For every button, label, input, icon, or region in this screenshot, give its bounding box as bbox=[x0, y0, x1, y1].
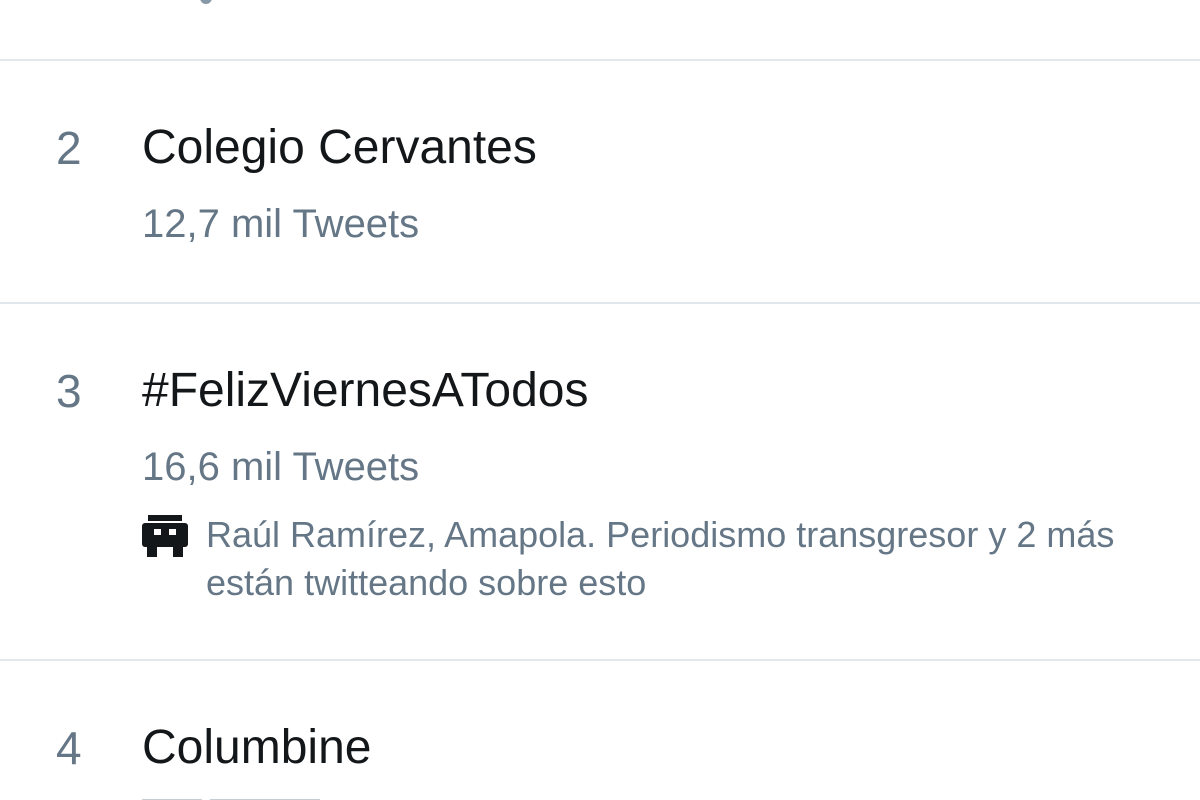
next-line-remnant bbox=[142, 793, 472, 800]
trend-name: Colegio Cervantes bbox=[142, 121, 537, 174]
trend-item[interactable]: 3 #FelizViernesATodos 16,6 mil Tweets Ra… bbox=[0, 304, 1200, 659]
previous-row-remnant bbox=[200, 0, 212, 4]
trend-context-text: Raúl Ramírez, Amapola. Periodismo transg… bbox=[206, 514, 1115, 603]
trend-tweet-count: 12,7 mil Tweets bbox=[142, 202, 420, 246]
trend-name: Columbine bbox=[142, 721, 372, 774]
trend-rank: 2 bbox=[56, 122, 82, 174]
trend-rank: 3 bbox=[56, 365, 82, 417]
trend-item[interactable]: 2 Colegio Cervantes 12,7 mil Tweets bbox=[0, 61, 1200, 302]
trend-item[interactable]: 4 Columbine bbox=[0, 661, 1200, 800]
bot-avatar-icon bbox=[142, 515, 188, 557]
trend-rank: 4 bbox=[56, 722, 82, 774]
trend-name: #FelizViernesATodos bbox=[142, 364, 589, 417]
trend-tweet-count: 16,6 mil Tweets bbox=[142, 445, 420, 489]
trends-list: 2 Colegio Cervantes 12,7 mil Tweets 3 #F… bbox=[0, 0, 1200, 800]
